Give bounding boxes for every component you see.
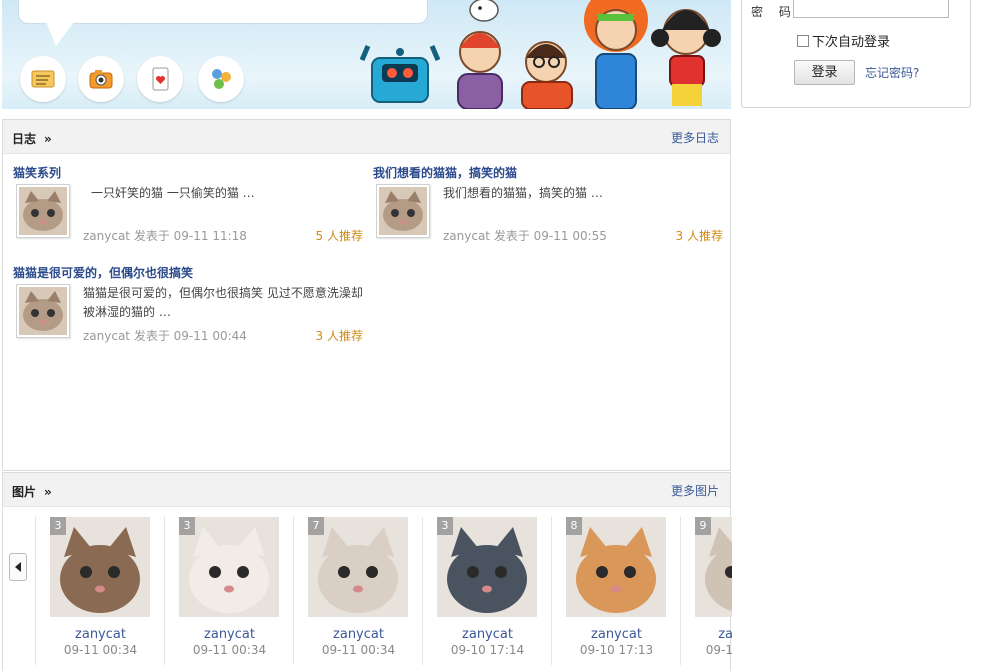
- post-recommend-count[interactable]: 3 人推荐: [676, 227, 723, 244]
- post-meta: zanycat 发表于 09-11 00:44: [83, 329, 247, 343]
- post-title[interactable]: 猫笑系列: [13, 164, 61, 181]
- photo-user-link[interactable]: zanycat: [165, 627, 294, 642]
- photo-user-link[interactable]: za: [681, 627, 732, 642]
- blog-title[interactable]: 日志 »: [12, 130, 52, 147]
- password-label: 密 码: [751, 5, 797, 19]
- blog-post: 我们想看的猫猫，搞笑的猫 我们想看的猫猫，搞笑的猫 … zanycat 发表于 …: [373, 164, 723, 254]
- post-meta: zanycat 发表于 09-11 00:55: [443, 229, 607, 243]
- blog-panel: 日志 » 更多日志 猫笑系列 一只奸笑的猫 一只偷笑的猫 … zanycat 发表…: [2, 119, 731, 471]
- forgot-password-link[interactable]: 忘记密码?: [865, 64, 919, 81]
- photo-count-badge: 3: [437, 517, 453, 535]
- photo-time: 09-10 17:13: [579, 643, 654, 657]
- photo-item[interactable]: 3 zanycat 09-11 00:34: [164, 517, 293, 665]
- auto-login-checkbox[interactable]: 下次自动登录: [797, 31, 890, 50]
- double-chevron-right-icon[interactable]: »: [44, 132, 52, 146]
- photo-time: 09-1: [705, 643, 732, 657]
- post-thumbnail[interactable]: [376, 184, 430, 238]
- photo-item[interactable]: 3 zanycat 09-10 17:14: [422, 517, 551, 665]
- checkbox-box[interactable]: [797, 34, 809, 47]
- carousel-prev-button[interactable]: [9, 553, 27, 581]
- photo-time: 09-11 00:34: [321, 643, 396, 657]
- welcome-banner: [2, 0, 731, 109]
- post-recommend-count[interactable]: 3 人推荐: [316, 327, 363, 344]
- photo-title-text[interactable]: 图片: [12, 485, 36, 499]
- chevron-left-icon: [15, 562, 21, 572]
- speech-bubble-tail: [46, 22, 74, 46]
- photo-count-badge: 3: [50, 517, 66, 535]
- message-icon[interactable]: [20, 56, 66, 102]
- photo-item[interactable]: 7 zanycat 09-11 00:34: [293, 517, 422, 665]
- post-title[interactable]: 我们想看的猫猫，搞笑的猫: [373, 164, 517, 181]
- blog-post: 猫猫是很可爱的，但偶尔也很搞笑 猫猫是很可爱的，但偶尔也很搞笑 见过不愿意洗澡却…: [13, 264, 363, 354]
- camera-icon[interactable]: [78, 56, 124, 102]
- post-meta: zanycat 发表于 09-11 11:18: [83, 229, 247, 243]
- blog-panel-header: 日志 » 更多日志: [3, 120, 730, 154]
- photo-time: 09-11 00:34: [63, 643, 138, 657]
- blog-title-text[interactable]: 日志: [12, 132, 36, 146]
- photo-title[interactable]: 图片 »: [12, 483, 52, 500]
- photo-item[interactable]: 9 za 09-1: [680, 517, 732, 665]
- photo-user-link[interactable]: zanycat: [423, 627, 552, 642]
- blog-post: 猫笑系列 一只奸笑的猫 一只偷笑的猫 … zanycat 发表于 09-11 1…: [13, 164, 363, 254]
- post-title[interactable]: 猫猫是很可爱的，但偶尔也很搞笑: [13, 264, 193, 281]
- photo-count-badge: 7: [308, 517, 324, 535]
- more-photos-link[interactable]: 更多图片: [671, 482, 719, 499]
- photo-item[interactable]: 3 zanycat 09-11 00:34: [35, 517, 164, 665]
- post-excerpt: 一只奸笑的猫 一只偷笑的猫 …: [91, 186, 255, 200]
- friends-icon[interactable]: [198, 56, 244, 102]
- photo-user-link[interactable]: zanycat: [36, 627, 165, 642]
- double-chevron-right-icon[interactable]: »: [44, 485, 52, 499]
- post-thumbnail[interactable]: [16, 184, 70, 238]
- auto-login-label: 下次自动登录: [812, 35, 891, 50]
- post-excerpt: 猫猫是很可爱的，但偶尔也很搞笑 见过不愿意洗澡却被淋湿的猫的 …: [83, 286, 363, 319]
- cat-thumbnail-image: [379, 187, 427, 235]
- card-icon[interactable]: [137, 56, 183, 102]
- photo-count-badge: 9: [695, 517, 711, 535]
- cat-thumbnail-image: [19, 287, 67, 335]
- login-button[interactable]: 登录: [794, 60, 855, 85]
- photo-carousel: 3 zanycat 09-11 00:34 3 zanycat 09-11 00…: [3, 507, 732, 671]
- post-excerpt: 我们想看的猫猫，搞笑的猫 …: [443, 186, 603, 200]
- post-thumbnail[interactable]: [16, 284, 70, 338]
- photo-time: 09-10 17:14: [450, 643, 525, 657]
- login-box: 密 码 下次自动登录 登录 忘记密码?: [741, 0, 971, 108]
- cartoon-characters: [359, 0, 721, 109]
- password-input[interactable]: [793, 0, 949, 18]
- post-recommend-count[interactable]: 5 人推荐: [316, 227, 363, 244]
- photo-count-badge: 3: [179, 517, 195, 535]
- page: 密 码 下次自动登录 登录 忘记密码? 日志 » 更多日志 猫笑系列 一只奸笑的猫…: [0, 0, 983, 671]
- more-blog-link[interactable]: 更多日志: [671, 129, 719, 146]
- photo-count-badge: 8: [566, 517, 582, 535]
- photo-panel: 图片 » 更多图片 3 zanycat 09-11 00:34 3 zanycat…: [2, 472, 732, 671]
- photo-panel-header: 图片 » 更多图片: [3, 473, 730, 507]
- photo-user-link[interactable]: zanycat: [552, 627, 681, 642]
- photo-user-link[interactable]: zanycat: [294, 627, 423, 642]
- photo-time: 09-11 00:34: [192, 643, 267, 657]
- cat-thumbnail-image: [19, 187, 67, 235]
- photo-item[interactable]: 8 zanycat 09-10 17:13: [551, 517, 680, 665]
